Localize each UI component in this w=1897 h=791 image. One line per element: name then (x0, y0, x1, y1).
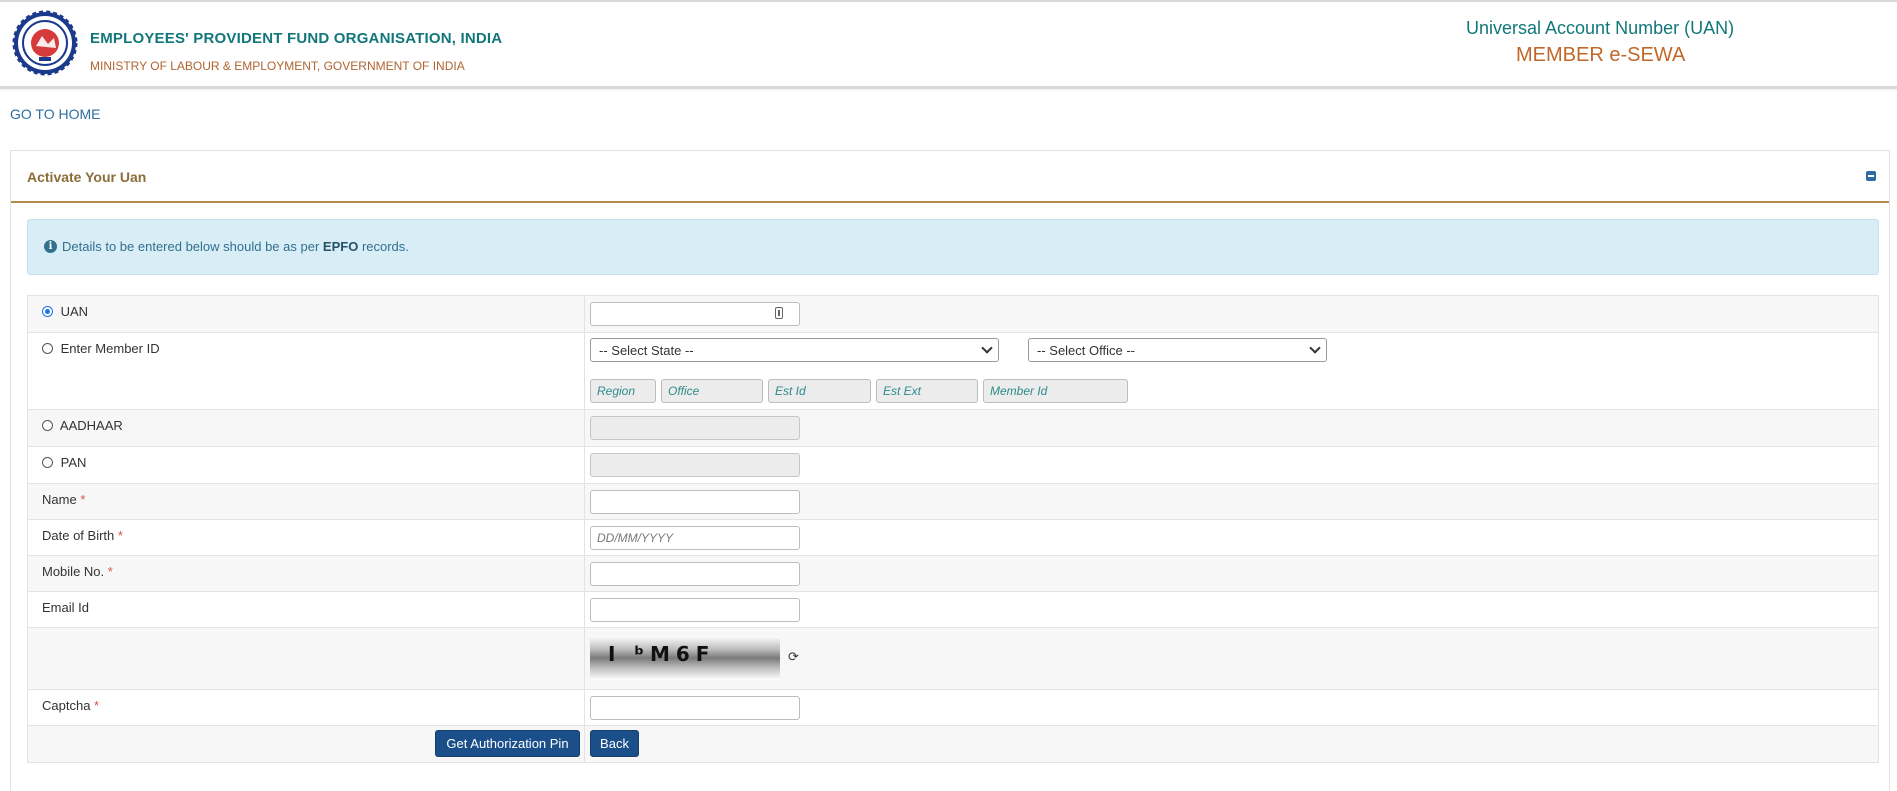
pan-label: PAN (60, 455, 87, 470)
chevron-down-icon (1309, 342, 1321, 354)
panel-header: Activate Your Uan (11, 151, 1889, 203)
captcha-image-row: I ᵇM6F ⟳ (27, 627, 1879, 690)
captcha-label: Captcha (42, 698, 91, 713)
captcha-input[interactable] (590, 696, 800, 720)
uan-label: UAN (60, 304, 89, 319)
mobile-input[interactable] (590, 562, 800, 586)
uan-title: Universal Account Number (UAN) (1466, 18, 1735, 38)
select-office-dropdown[interactable]: -- Select Office -- (1028, 338, 1327, 362)
mobile-label: Mobile No. (42, 564, 105, 579)
keypad-icon[interactable] (775, 307, 783, 319)
select-office-value: -- Select Office -- (1037, 343, 1136, 358)
notice-suffix: records. (361, 239, 409, 254)
chevron-down-icon (981, 342, 993, 354)
refresh-icon[interactable]: ⟳ (788, 650, 801, 663)
pan-row: PAN (27, 446, 1879, 484)
name-label: Name (42, 492, 77, 507)
panel-title: Activate Your Uan (27, 169, 147, 185)
activate-uan-panel: Activate Your Uan i Details to be entere… (10, 150, 1890, 791)
email-row: Email Id (27, 591, 1879, 628)
member-id-row: Enter Member ID -- Select State -- -- Se… (27, 332, 1879, 410)
info-notice: i Details to be entered below should be … (27, 219, 1879, 275)
notice-prefix: Details to be entered below should be as… (62, 239, 320, 254)
mobile-row: Mobile No. * (27, 555, 1879, 592)
captcha-text: I ᵇM6F (608, 642, 716, 666)
select-state-dropdown[interactable]: -- Select State -- (590, 338, 999, 362)
activation-form: UAN Enter Member ID -- Select State -- -… (27, 295, 1879, 763)
info-notice-text: Details to be entered below should be as… (62, 239, 409, 254)
required-mark: * (80, 492, 86, 507)
collapse-icon[interactable] (1866, 171, 1876, 181)
back-button[interactable]: Back (590, 730, 639, 757)
aadhaar-row: AADHAAR (27, 409, 1879, 447)
site-header: EMPLOYEES' PROVIDENT FUND ORGANISATION, … (0, 2, 1897, 89)
office-input[interactable]: Office (661, 379, 763, 403)
region-input[interactable]: Region (590, 379, 656, 403)
member-id-label: Enter Member ID (60, 341, 160, 356)
captcha-image: I ᵇM6F (590, 636, 780, 680)
go-to-home-link[interactable]: GO TO HOME (10, 106, 101, 122)
uan-input[interactable] (590, 302, 800, 326)
email-input[interactable] (590, 598, 800, 622)
aadhaar-label: AADHAAR (59, 418, 123, 433)
pan-input[interactable] (590, 453, 800, 477)
actions-row: Get Authorization Pin Back (27, 725, 1879, 763)
aadhaar-radio[interactable] (42, 420, 53, 431)
info-icon: i (44, 240, 57, 253)
name-input[interactable] (590, 490, 800, 514)
uan-row: UAN (27, 295, 1879, 333)
captcha-row: Captcha * (27, 689, 1879, 726)
epfo-logo-icon (12, 10, 78, 76)
pan-radio[interactable] (42, 457, 53, 468)
notice-bold: EPFO (322, 239, 359, 254)
required-mark: * (94, 698, 100, 713)
dob-row: Date of Birth * DD/MM/YYYY (27, 519, 1879, 556)
org-title: EMPLOYEES' PROVIDENT FUND ORGANISATION, … (90, 30, 503, 47)
est-id-input[interactable]: Est Id (768, 379, 871, 403)
required-mark: * (117, 528, 123, 543)
est-ext-input[interactable]: Est Ext (876, 379, 978, 403)
uan-radio[interactable] (42, 306, 53, 317)
get-authorization-pin-button[interactable]: Get Authorization Pin (435, 730, 580, 757)
email-label: Email Id (42, 600, 89, 615)
dob-input[interactable]: DD/MM/YYYY (590, 526, 800, 550)
name-row: Name * (27, 483, 1879, 520)
portal-name: MEMBER e-SEWA (1516, 44, 1686, 66)
member-id-input[interactable]: Member Id (983, 379, 1128, 403)
required-mark: * (107, 564, 113, 579)
member-id-radio[interactable] (42, 343, 53, 354)
org-subtitle: MINISTRY OF LABOUR & EMPLOYMENT, GOVERNM… (90, 59, 465, 73)
aadhaar-input[interactable] (590, 416, 800, 440)
dob-label: Date of Birth (42, 528, 115, 543)
select-state-value: -- Select State -- (599, 343, 694, 358)
